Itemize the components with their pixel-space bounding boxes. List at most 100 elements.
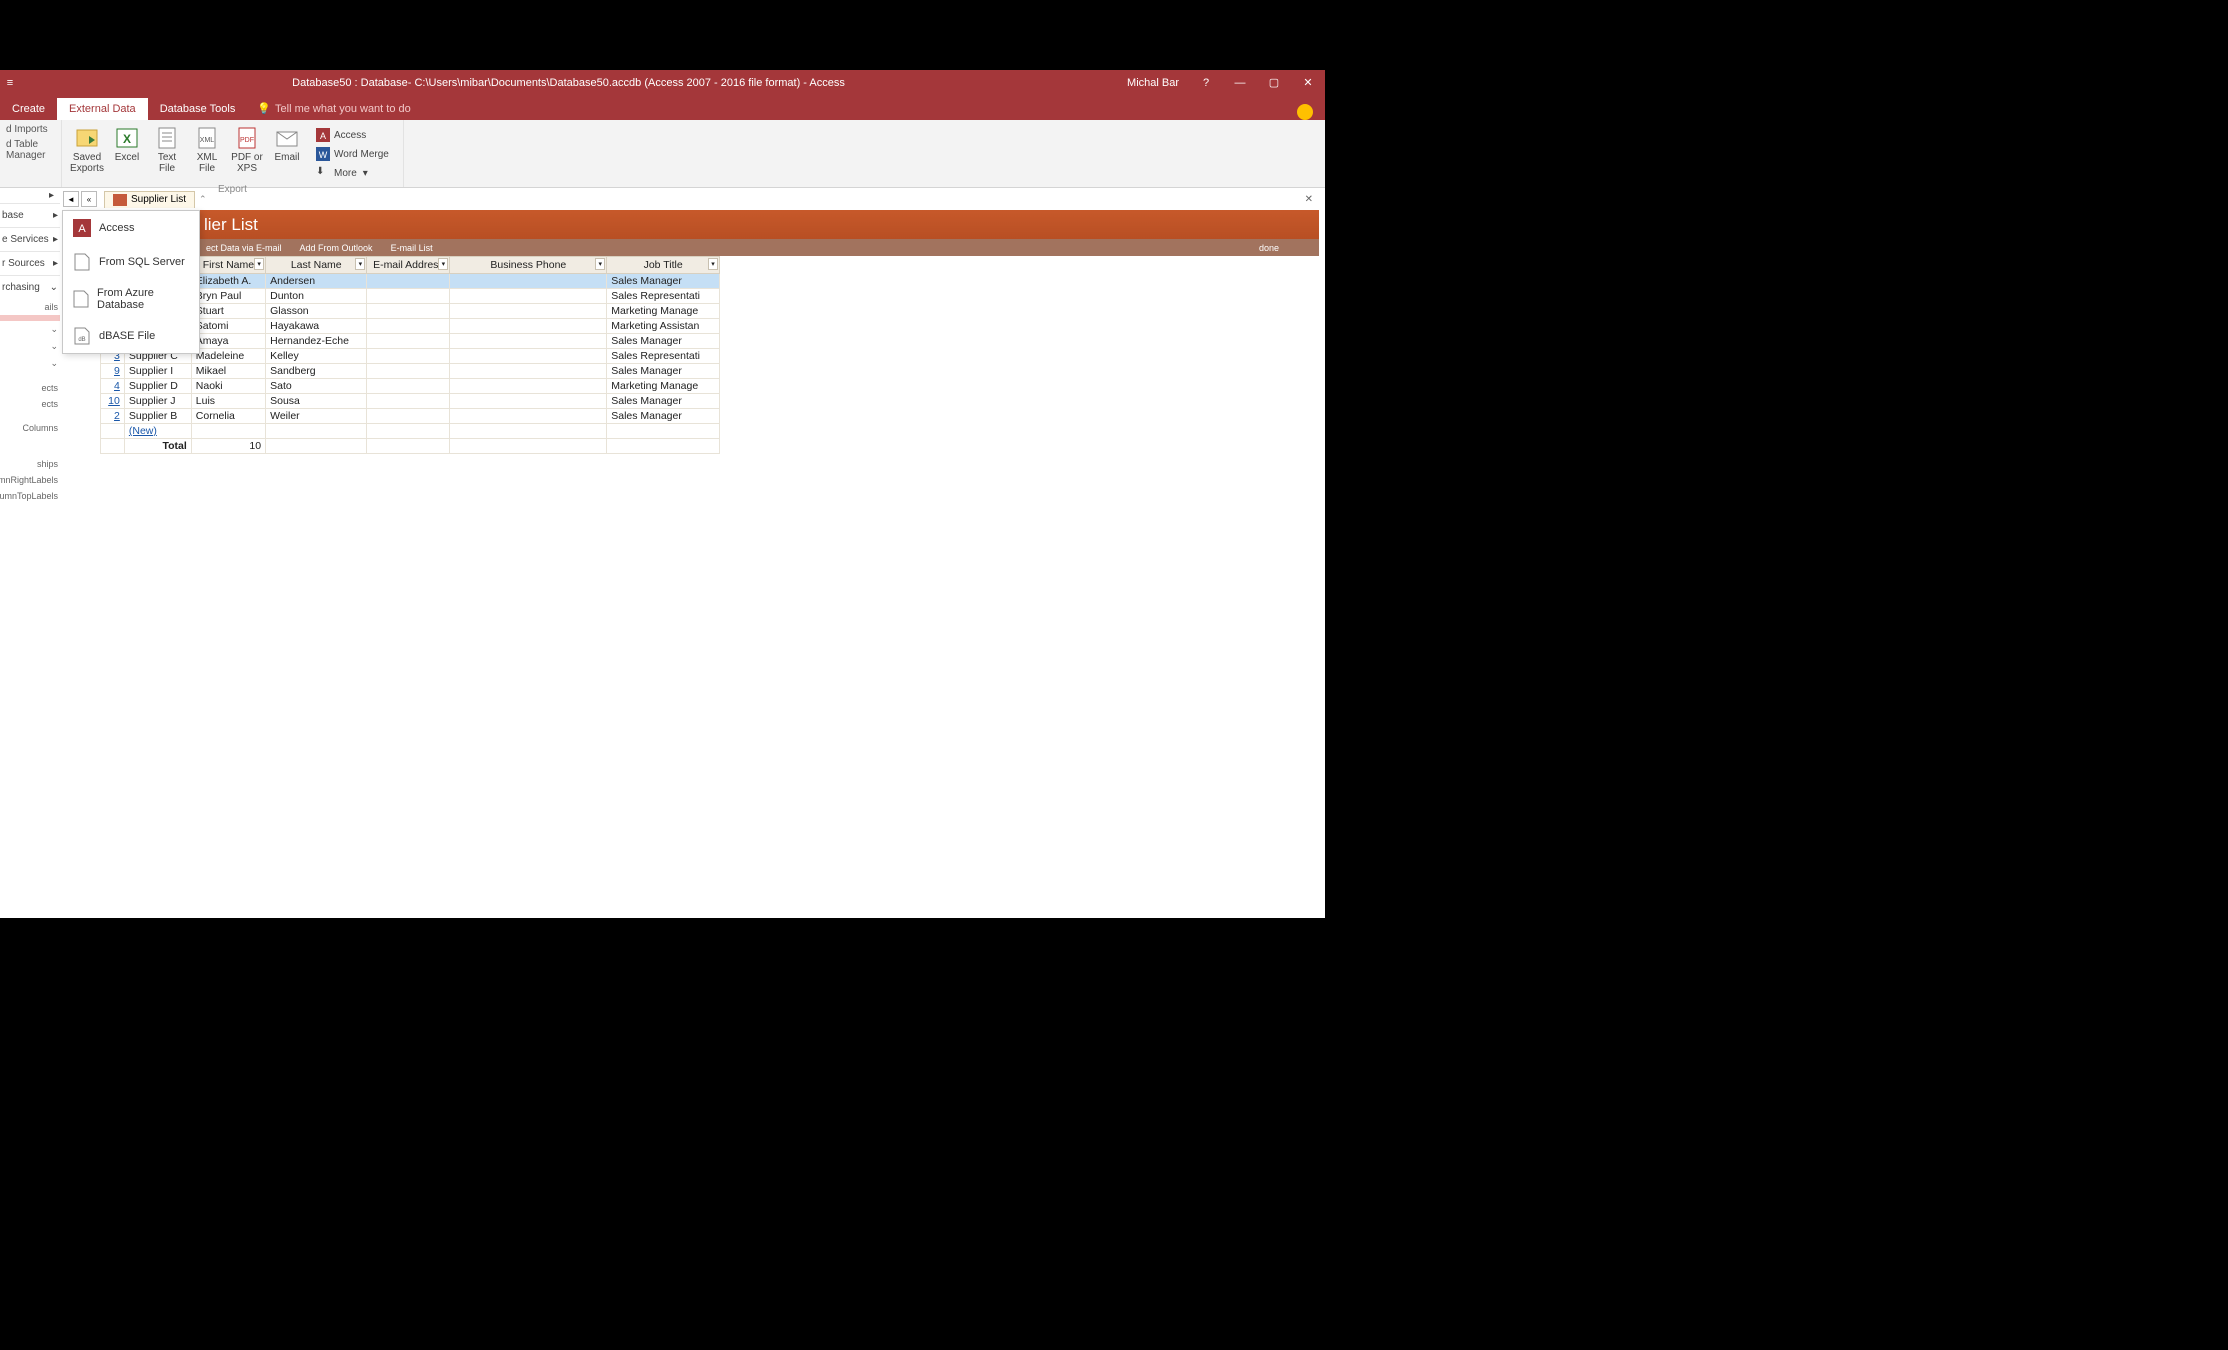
cell[interactable] [450, 409, 607, 424]
new-row-label[interactable]: (New) [124, 424, 191, 439]
help-icon[interactable]: ? [1189, 70, 1223, 95]
menu-item-azure[interactable]: From Azure Database [63, 279, 199, 319]
nav-item[interactable]: ects [0, 396, 60, 412]
link-done[interactable]: done [1259, 243, 1279, 253]
system-menu-icon[interactable]: ≡ [0, 70, 20, 95]
cell[interactable]: Satomi [191, 319, 265, 334]
cell[interactable] [367, 274, 450, 289]
column-header[interactable]: Business Phone▾ [450, 257, 607, 274]
nav-section[interactable]: e Services▸ [0, 227, 60, 251]
table-row[interactable]: 4Supplier DNaokiSato Marketing Manage [101, 379, 720, 394]
cell[interactable]: Hernandez-Eche [266, 334, 367, 349]
column-filter-icon[interactable]: ▾ [708, 258, 718, 270]
tab-create[interactable]: Create [0, 98, 57, 120]
link-add-from-outlook[interactable]: Add From Outlook [300, 243, 373, 253]
cell[interactable]: Sales Manager [607, 274, 720, 289]
cell[interactable]: Marketing Assistan [607, 319, 720, 334]
cell[interactable] [450, 394, 607, 409]
nav-item[interactable]: ails [0, 299, 60, 315]
cell[interactable]: Sandberg [266, 364, 367, 379]
feedback-smiley-icon[interactable] [1297, 104, 1313, 120]
export-excel-button[interactable]: X Excel [108, 124, 146, 184]
nav-item[interactable]: Columns [0, 420, 60, 436]
minimize-icon[interactable]: — [1223, 70, 1257, 95]
table-row[interactable]: 9Supplier IMikaelSandbergSales Manager [101, 364, 720, 379]
ribbon-collapse-icon[interactable]: ⌃ [195, 194, 211, 205]
close-icon[interactable]: ✕ [1291, 70, 1325, 95]
cell[interactable]: Cornelia [191, 409, 265, 424]
link-collect-data[interactable]: ect Data via E-mail [206, 243, 282, 253]
cell[interactable]: Sales Representati [607, 289, 720, 304]
column-filter-icon[interactable]: ▾ [355, 258, 365, 270]
nav-item[interactable]: ships [0, 456, 60, 472]
column-filter-icon[interactable]: ▾ [254, 258, 264, 270]
cell[interactable] [367, 349, 450, 364]
cell[interactable] [367, 394, 450, 409]
cell[interactable] [367, 364, 450, 379]
close-tab-icon[interactable]: ✕ [1299, 194, 1319, 205]
new-row[interactable]: (New) [101, 424, 720, 439]
cell[interactable] [450, 319, 607, 334]
nav-item[interactable]: ⌄ [0, 355, 60, 372]
id-cell[interactable]: 2 [101, 409, 125, 424]
saved-exports-button[interactable]: Saved Exports [68, 124, 106, 184]
maximize-icon[interactable]: ▢ [1257, 70, 1291, 95]
cell[interactable] [367, 379, 450, 394]
cell[interactable]: Glasson [266, 304, 367, 319]
nav-item[interactable]: lumnTopLabels [0, 488, 60, 504]
cell[interactable]: Dunton [266, 289, 367, 304]
cell[interactable] [450, 334, 607, 349]
cell[interactable]: Sousa [266, 394, 367, 409]
cell[interactable]: Bryn Paul [191, 289, 265, 304]
cell[interactable]: Naoki [191, 379, 265, 394]
cell[interactable]: Elizabeth A. [191, 274, 265, 289]
cell[interactable]: Sales Manager [607, 409, 720, 424]
cell[interactable]: Andersen [266, 274, 367, 289]
nav-section[interactable]: rchasing⌄ [0, 275, 60, 299]
cell[interactable] [450, 274, 607, 289]
cell[interactable]: Sato [266, 379, 367, 394]
nav-expand-icon[interactable]: ▸ [43, 188, 60, 203]
cell[interactable] [450, 379, 607, 394]
cell[interactable]: Supplier B [124, 409, 191, 424]
cell[interactable] [450, 349, 607, 364]
link-email-list[interactable]: E-mail List [391, 243, 433, 253]
tab-supplier-list[interactable]: Supplier List [104, 191, 195, 208]
cell[interactable] [367, 304, 450, 319]
nav-section[interactable]: r Sources▸ [0, 251, 60, 275]
nav-back-icon[interactable]: ◄ [63, 191, 79, 207]
cell[interactable]: Hayakawa [266, 319, 367, 334]
export-email-button[interactable]: Email [268, 124, 306, 184]
export-text-button[interactable]: Text File [148, 124, 186, 184]
menu-item-dbase[interactable]: dB dBASE File [63, 319, 199, 353]
id-cell[interactable]: 4 [101, 379, 125, 394]
cell[interactable] [450, 364, 607, 379]
cell[interactable]: Weiler [266, 409, 367, 424]
id-cell[interactable]: 9 [101, 364, 125, 379]
cell[interactable]: Sales Manager [607, 394, 720, 409]
column-header[interactable]: E-mail Address▾ [367, 257, 450, 274]
word-merge-button[interactable]: WWord Merge [312, 145, 393, 163]
user-name[interactable]: Michal Bar [1117, 77, 1189, 89]
saved-imports-button[interactable]: d Imports [6, 124, 55, 135]
nav-item[interactable]: ects [0, 380, 60, 396]
cell[interactable] [450, 304, 607, 319]
menu-item-access[interactable]: A Access [63, 211, 199, 245]
column-header[interactable]: Job Title▾ [607, 257, 720, 274]
cell[interactable] [367, 289, 450, 304]
cell[interactable]: Supplier J [124, 394, 191, 409]
id-cell[interactable]: 10 [101, 394, 125, 409]
cell[interactable]: Sales Representati [607, 349, 720, 364]
menu-item-sql-server[interactable]: From SQL Server [63, 245, 199, 279]
column-header[interactable]: Last Name▾ [266, 257, 367, 274]
cell[interactable]: Stuart [191, 304, 265, 319]
cell[interactable]: Supplier D [124, 379, 191, 394]
nav-section[interactable]: base▸ [0, 203, 60, 227]
tab-database-tools[interactable]: Database Tools [148, 98, 248, 120]
cell[interactable]: Kelley [266, 349, 367, 364]
column-filter-icon[interactable]: ▾ [438, 258, 448, 270]
nav-shutter-icon[interactable]: « [81, 191, 97, 207]
cell[interactable]: Marketing Manage [607, 379, 720, 394]
nav-item[interactable]: ⌄ [0, 338, 60, 355]
table-row[interactable]: 2Supplier BCorneliaWeiler Sales Manager [101, 409, 720, 424]
